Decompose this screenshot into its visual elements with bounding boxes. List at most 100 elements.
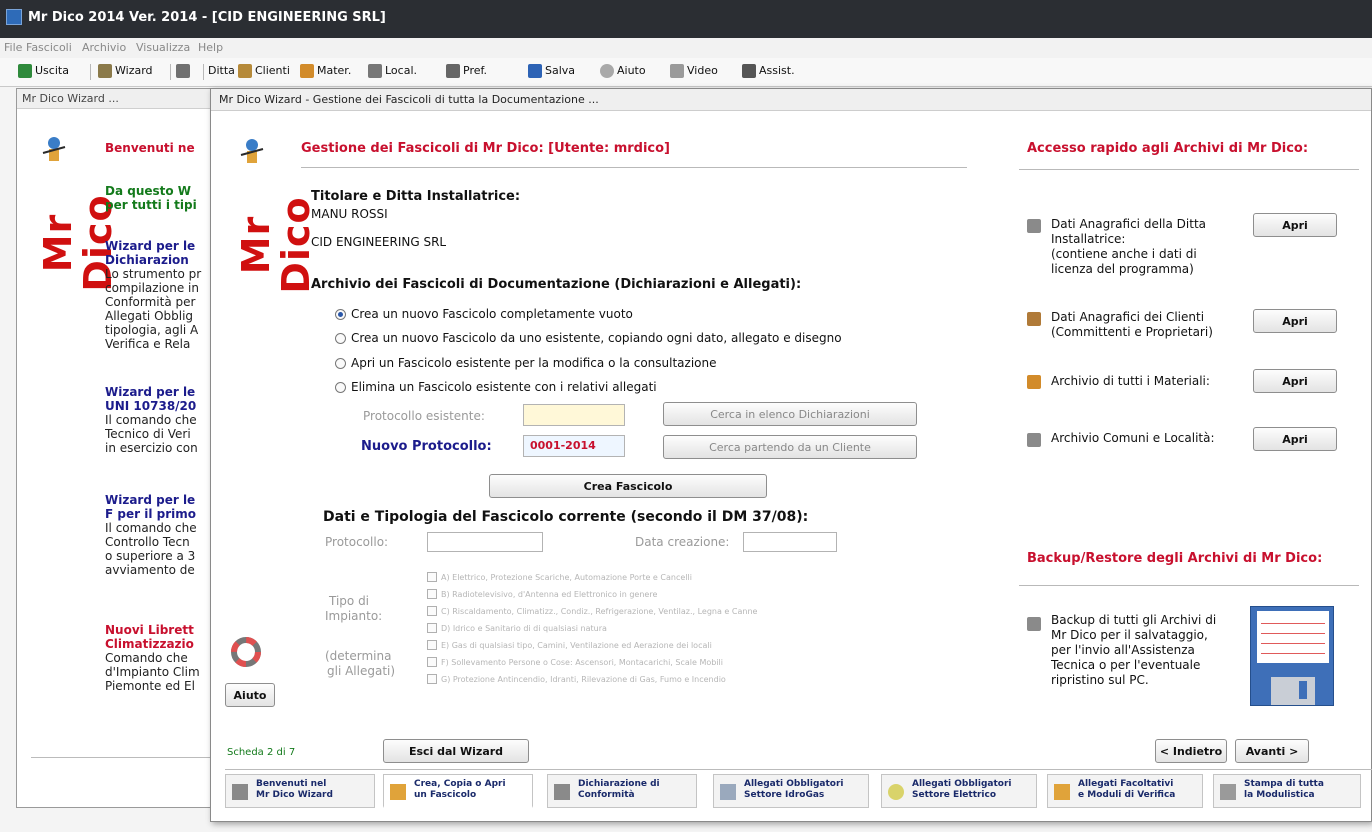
bg-wizard-title-1a[interactable]: Wizard per le xyxy=(105,239,217,253)
crea-fascicolo-button[interactable]: Crea Fascicolo xyxy=(489,474,767,498)
tab-label-line: la Modulistica xyxy=(1244,790,1315,800)
bg-daquesto-2: per tutti i tipi xyxy=(105,198,197,212)
cerca-dichiarazioni-button[interactable]: Cerca in elenco Dichiarazioni xyxy=(663,402,917,426)
aiuto-button[interactable]: Aiuto xyxy=(225,683,275,707)
localita-button[interactable]: Local. xyxy=(368,64,417,82)
checkbox-impianto-e[interactable] xyxy=(427,640,437,650)
bg-paragraph-line: tipologia, agli A xyxy=(105,323,199,337)
mrdico-mascot-icon xyxy=(240,139,264,163)
bg-paragraph-line: o superiore a 3 xyxy=(105,549,196,563)
clienti-button[interactable]: Clienti xyxy=(238,64,290,82)
tab-dichiarazione[interactable]: Dichiarazione di Conformità xyxy=(547,774,697,808)
checkbox-impianto-a[interactable] xyxy=(427,572,437,582)
tab-allegati-facoltativi[interactable]: Allegati Facoltativi e Moduli di Verifica xyxy=(1047,774,1203,808)
toolbar-separator xyxy=(170,64,171,80)
cerca-cliente-button[interactable]: Cerca partendo da un Cliente xyxy=(663,435,917,459)
comuni-text: Archivio Comuni e Località: xyxy=(1051,431,1215,445)
wizard-button[interactable]: Wizard xyxy=(98,64,153,82)
menu-archivio[interactable]: Archivio xyxy=(82,41,126,54)
data-creazione-label: Data creazione: xyxy=(635,535,730,549)
radio-crea-vuoto[interactable] xyxy=(335,309,346,320)
help-gear-button[interactable] xyxy=(176,64,193,82)
mrdico-logo: Mr Dico xyxy=(229,137,318,309)
menu-visualizza[interactable]: Visualizza xyxy=(136,41,190,54)
bg-nuovi-libretti-1[interactable]: Nuovi Librett xyxy=(105,623,217,637)
checkbox-impianto-g[interactable] xyxy=(427,674,437,684)
radio-apri-esistente[interactable] xyxy=(335,358,346,369)
lifebuoy-icon xyxy=(600,64,614,78)
floppy-disk-icon[interactable] xyxy=(1250,606,1334,706)
background-window-caption: Mr Dico Wizard ... xyxy=(17,89,215,109)
video-icon xyxy=(670,64,684,78)
ditta-anagrafica-line: licenza del programma) xyxy=(1051,262,1194,276)
checkbox-impianto-c[interactable] xyxy=(427,606,437,616)
indietro-button[interactable]: < Indietro xyxy=(1155,739,1227,763)
nuovo-protocollo-field[interactable]: 0001-2014 xyxy=(523,435,625,457)
tab-stampa[interactable]: Stampa di tutta la Modulistica xyxy=(1213,774,1361,808)
impianto-d-label: D) Idrico e Sanitario di di qualsiasi na… xyxy=(441,624,607,633)
apri-ditta-button[interactable]: Apri xyxy=(1253,213,1337,237)
bg-wizard-title-1b[interactable]: Dichiarazion xyxy=(105,253,217,267)
apri-clienti-button[interactable]: Apri xyxy=(1253,309,1337,333)
toolbar: Uscita Wizard Ditta Clienti Mater. Local… xyxy=(0,58,1372,87)
backup-divider xyxy=(1019,585,1359,586)
scheda-indicator: Scheda 2 di 7 xyxy=(227,747,296,758)
bg-paragraph-line: Il comando che xyxy=(105,521,197,535)
radio-crea-da-esistente[interactable] xyxy=(335,333,346,344)
bg-nuovi-libretti-2[interactable]: Climatizzazio xyxy=(105,637,217,651)
app-icon[interactable] xyxy=(6,9,22,25)
locality-icon xyxy=(1027,433,1041,447)
tab-label-line: Benvenuti nel xyxy=(256,779,327,789)
background-wizard-window: Mr Dico Wizard ... Mr Dico Benvenuti ne … xyxy=(16,88,216,808)
tab-label-line: un Fascicolo xyxy=(414,790,477,800)
tab-allegati-idrogas[interactable]: Allegati Obbligatori Settore IdroGas xyxy=(713,774,869,808)
ditta-anagrafica-text: Dati Anagrafici della Ditta Installatric… xyxy=(1051,217,1206,277)
uscita-button[interactable]: Uscita xyxy=(18,64,69,82)
mrdico-logo: Mr Dico xyxy=(31,135,120,307)
backup-line: Tecnica o per l'eventuale xyxy=(1051,658,1201,672)
assistenza-button[interactable]: Assist. xyxy=(742,64,795,82)
preferences-icon xyxy=(446,64,460,78)
menu-fascicoli[interactable]: Fascicoli xyxy=(26,41,72,54)
bg-wizard-title-2a[interactable]: Wizard per le xyxy=(105,385,217,399)
option-elimina[interactable]: Elimina un Fascicolo esistente con i rel… xyxy=(351,380,657,394)
checkbox-impianto-d[interactable] xyxy=(427,623,437,633)
checkbox-impianto-b[interactable] xyxy=(427,589,437,599)
aiuto-toolbar-button[interactable]: Aiuto xyxy=(600,64,646,82)
menu-file[interactable]: File xyxy=(4,41,22,54)
bg-benvenuti: Benvenuti ne xyxy=(105,141,195,155)
apri-materiali-button[interactable]: Apri xyxy=(1253,369,1337,393)
radio-elimina[interactable] xyxy=(335,382,346,393)
tab-allegati-elettrico[interactable]: Allegati Obbligatori Settore Elettrico xyxy=(881,774,1037,808)
protocollo-esistente-input[interactable] xyxy=(523,404,625,426)
option-apri-esistente[interactable]: Apri un Fascicolo esistente per la modif… xyxy=(351,356,717,370)
menu-help[interactable]: Help xyxy=(198,41,223,54)
tab-label-line: e Moduli di Verifica xyxy=(1078,790,1176,800)
tab-crea-fascicolo[interactable]: Crea, Copia o Apri un Fascicolo xyxy=(383,774,533,808)
checkbox-impianto-f[interactable] xyxy=(427,657,437,667)
impianto-b-label: B) Radiotelevisivo, d'Antenna ed Elettro… xyxy=(441,590,658,599)
ditta-button[interactable]: Ditta xyxy=(208,64,235,82)
option-crea-da-esistente[interactable]: Crea un nuovo Fascicolo da uno esistente… xyxy=(351,331,842,345)
esci-wizard-button[interactable]: Esci dal Wizard xyxy=(383,739,529,763)
apri-comuni-button[interactable]: Apri xyxy=(1253,427,1337,451)
protocollo-label: Protocollo: xyxy=(325,535,389,549)
backup-gear-icon xyxy=(1027,617,1041,631)
salva-button[interactable]: Salva xyxy=(528,64,575,82)
bg-wizard-title-2b[interactable]: UNI 10738/20 xyxy=(105,399,217,413)
materiali-button[interactable]: Mater. xyxy=(300,64,351,82)
protocollo-input[interactable] xyxy=(427,532,543,552)
bg-paragraph-line: Verifica e Rela xyxy=(105,337,191,351)
data-creazione-input[interactable] xyxy=(743,532,837,552)
backup-text: Backup di tutti gli Archivi di Mr Dico p… xyxy=(1051,613,1216,688)
video-button[interactable]: Video xyxy=(670,64,718,82)
bg-wizard-title-3a[interactable]: Wizard per le xyxy=(105,493,217,507)
preferenze-button[interactable]: Pref. xyxy=(446,64,487,82)
bg-paragraph-line: Lo strumento pr xyxy=(105,267,202,281)
tab-benvenuti[interactable]: Benvenuti nel Mr Dico Wizard xyxy=(225,774,375,808)
avanti-button[interactable]: Avanti > xyxy=(1235,739,1309,763)
option-crea-vuoto[interactable]: Crea un nuovo Fascicolo completamente vu… xyxy=(351,307,633,321)
determina-label-1: (determina xyxy=(325,649,392,663)
bg-wizard-title-3b[interactable]: F per il primo xyxy=(105,507,217,521)
nuovo-protocollo-label: Nuovo Protocollo: xyxy=(361,439,492,454)
